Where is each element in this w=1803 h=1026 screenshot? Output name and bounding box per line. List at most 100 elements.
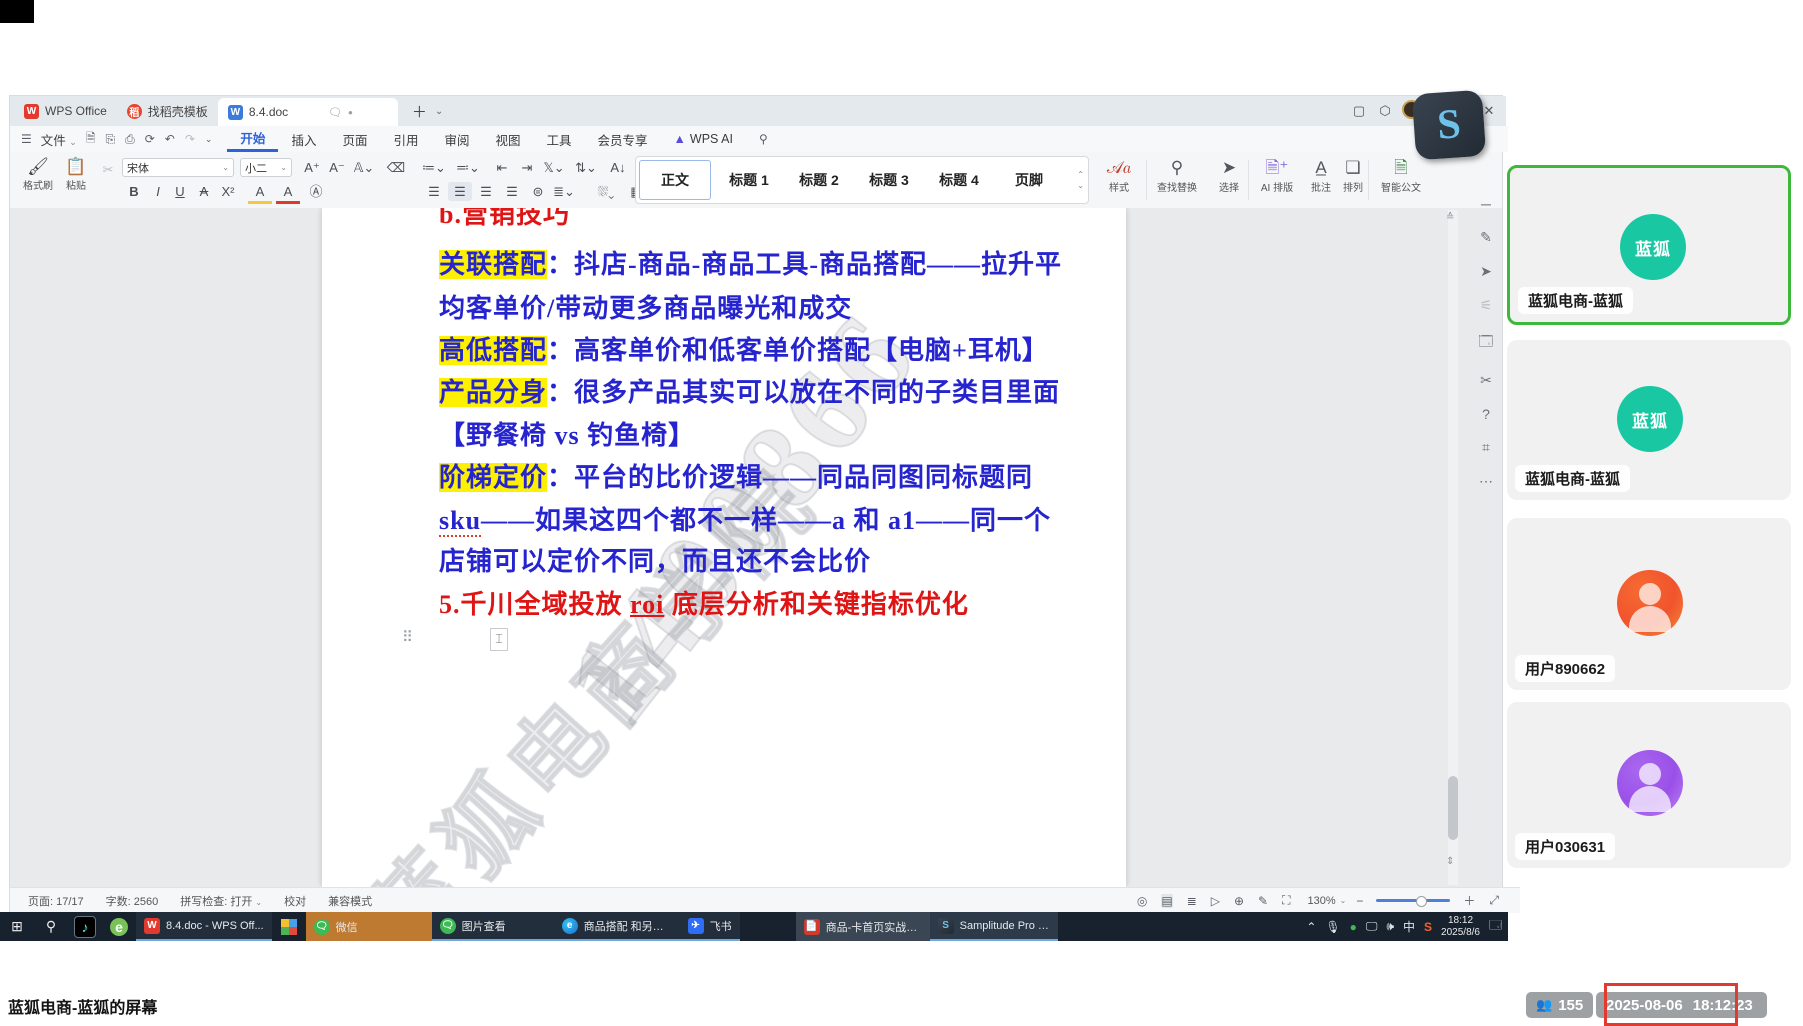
arrange-button[interactable]: ❏ 排列: [1326, 157, 1380, 194]
style-heading4[interactable]: 标题 4: [924, 161, 994, 199]
font-color-icon[interactable]: A: [276, 182, 300, 204]
undo-icon[interactable]: ↶: [160, 132, 180, 146]
color-grid-app-icon[interactable]: [272, 912, 306, 941]
decrease-font-icon[interactable]: A⁻: [325, 158, 349, 177]
bookmark-icon[interactable]: ⌗: [1482, 439, 1490, 456]
print-icon[interactable]: ⎙: [120, 132, 140, 147]
pen-tool-icon[interactable]: ✎: [1480, 229, 1492, 246]
tab-docer[interactable]: 稻 找稻壳模板: [117, 99, 218, 123]
zoom-in-button[interactable]: ＋: [1463, 892, 1475, 909]
align-center-icon[interactable]: ☰: [448, 182, 472, 201]
format-painter-button[interactable]: 🖌 格式刷: [20, 157, 56, 192]
indent-icon[interactable]: ⇥: [515, 158, 539, 177]
douyin-app-icon[interactable]: ♪: [68, 912, 102, 941]
menu-review[interactable]: 审阅: [431, 130, 482, 149]
taskbar-search-icon[interactable]: ⚲: [34, 912, 68, 941]
outdent-icon[interactable]: ⇤: [490, 158, 514, 177]
bold-icon[interactable]: B: [122, 182, 146, 201]
menu-wps-ai[interactable]: ▲ WPS AI: [661, 132, 746, 146]
distribute-icon[interactable]: ⊜: [526, 182, 550, 201]
line-spacing-icon[interactable]: ⇅⌄: [574, 158, 598, 177]
font-size-select[interactable]: 小二⌄: [240, 158, 292, 177]
justify-icon[interactable]: ☰: [500, 182, 524, 201]
scroll-top-icon[interactable]: ≙: [1446, 212, 1454, 223]
layout-icon[interactable]: ▢: [1346, 103, 1372, 119]
gallery-scroll-down-icon[interactable]: ⌄: [1077, 181, 1084, 190]
outline-view-icon[interactable]: ≣: [1187, 894, 1197, 908]
zoom-slider[interactable]: [1376, 899, 1450, 902]
menu-home[interactable]: 开始: [227, 126, 278, 152]
styles-button[interactable]: 𝒜𝑎 样式: [1092, 157, 1146, 194]
increase-font-icon[interactable]: A⁺: [300, 158, 324, 177]
style-heading1[interactable]: 标题 1: [714, 161, 784, 199]
bullet-list-icon[interactable]: ≔⌄: [422, 158, 446, 177]
cut-icon[interactable]: ✂: [96, 160, 120, 179]
tab-document[interactable]: W 8.4.doc 🗨 •: [218, 98, 398, 126]
paste-button[interactable]: 📋 粘贴: [58, 157, 94, 192]
scissors-tool-icon[interactable]: ✂: [1480, 372, 1492, 389]
more-history-chevron-icon[interactable]: ⌄: [200, 134, 218, 145]
start-button[interactable]: ⊞: [0, 912, 34, 941]
clear-format-icon[interactable]: ⌫: [384, 158, 408, 177]
help-icon[interactable]: ?: [1482, 406, 1490, 422]
scroll-page-icons[interactable]: ⇕: [1446, 856, 1454, 867]
enclose-char-icon[interactable]: Ⓐ: [304, 182, 328, 201]
taskbar-course-doc[interactable]: 📄 商品-卡首页实战班...: [796, 912, 930, 941]
style-heading3[interactable]: 标题 3: [854, 161, 924, 199]
gallery-scroll-up-icon[interactable]: ⌃: [1077, 170, 1084, 179]
smart-doc-button[interactable]: 🗎 智能公文: [1374, 157, 1428, 194]
strikethrough-icon[interactable]: A: [192, 182, 216, 201]
redo-icon[interactable]: ↷: [180, 132, 200, 146]
char-scale-icon[interactable]: 𝕏⌄: [542, 158, 566, 177]
play-view-icon[interactable]: ▷: [1211, 894, 1220, 908]
volume-icon[interactable]: 🕪: [1386, 919, 1394, 934]
edit-mode-icon[interactable]: ✎: [1258, 894, 1268, 908]
browser-e-icon[interactable]: e: [102, 912, 136, 941]
menubar-search-icon[interactable]: ⚲: [754, 132, 773, 146]
tab-list-chevron-icon[interactable]: ⌄: [435, 106, 443, 117]
participant-tile[interactable]: 用户030631: [1507, 702, 1791, 868]
document-page[interactable]: 蓝狐电商学院 1400866 b.营销技巧 关联搭配：抖店-商品-商品工具-商品…: [322, 208, 1126, 887]
highlight-color-icon[interactable]: A: [248, 182, 272, 204]
spellcheck-status[interactable]: 拼写检查: 打开 ⌄: [180, 893, 262, 909]
microphone-icon[interactable]: 🎙: [1325, 920, 1340, 934]
tab-wps-home[interactable]: W WPS Office: [14, 99, 117, 123]
taskbar-wps-doc[interactable]: W 8.4.doc - WPS Off...: [136, 912, 272, 941]
numbered-list-icon[interactable]: ≕⌄: [456, 158, 480, 177]
taskbar-feishu[interactable]: ✈ 飞书: [680, 912, 740, 941]
sort-icon[interactable]: A↓: [606, 158, 630, 177]
cube-icon[interactable]: ⬡: [1372, 103, 1398, 119]
zoom-chevron-icon[interactable]: ⌄: [1340, 896, 1347, 905]
participant-tile-speaking[interactable]: 蓝狐 蓝狐电商-蓝狐: [1507, 165, 1791, 325]
menu-tools[interactable]: 工具: [534, 130, 585, 149]
save-icon[interactable]: 🗎: [81, 129, 101, 150]
menu-reference[interactable]: 引用: [380, 130, 431, 149]
align-left-icon[interactable]: ☰: [422, 182, 446, 201]
underline-icon[interactable]: U: [168, 182, 192, 201]
collapse-strip-icon[interactable]: ─: [1481, 196, 1491, 212]
taskbar-image-viewer[interactable]: 🗨 图片查看: [432, 912, 554, 941]
new-tab-button[interactable]: ＋: [412, 101, 427, 122]
taskbar-clock[interactable]: 18:122025/8/6: [1441, 915, 1480, 939]
shading-icon[interactable]: ⛆⌄: [594, 182, 618, 201]
menu-page[interactable]: 页面: [329, 130, 380, 149]
style-footer[interactable]: 页脚: [994, 161, 1064, 199]
zoom-out-button[interactable]: −: [1356, 894, 1363, 908]
scrollbar-thumb[interactable]: [1448, 776, 1458, 840]
comment-bubble-icon[interactable]: 🗨: [328, 106, 342, 119]
menu-member[interactable]: 会员专享: [585, 130, 661, 149]
participant-tile[interactable]: 蓝狐 蓝狐电商-蓝狐: [1507, 340, 1791, 500]
tray-wechat-icon[interactable]: ●: [1350, 920, 1357, 934]
taskbar-wechat[interactable]: 🗨 微信: [306, 912, 432, 941]
font-name-select[interactable]: 宋体⌄: [122, 158, 234, 177]
fullscreen-icon[interactable]: ⤢: [1489, 893, 1499, 908]
adjust-tool-icon[interactable]: ⚟: [1480, 297, 1493, 314]
menu-view[interactable]: 视图: [483, 130, 534, 149]
text-effects-icon[interactable]: 𝔸⌄: [352, 158, 376, 177]
output-icon[interactable]: ⎘: [100, 132, 120, 147]
style-heading2[interactable]: 标题 2: [784, 161, 854, 199]
focus-mode-icon[interactable]: ◎: [1137, 894, 1147, 908]
find-replace-button[interactable]: ⚲ 查找替换: [1150, 157, 1204, 194]
paragraph-drag-handle[interactable]: ⠿: [402, 628, 413, 646]
notification-center-icon[interactable]: 🗔: [1489, 916, 1502, 937]
